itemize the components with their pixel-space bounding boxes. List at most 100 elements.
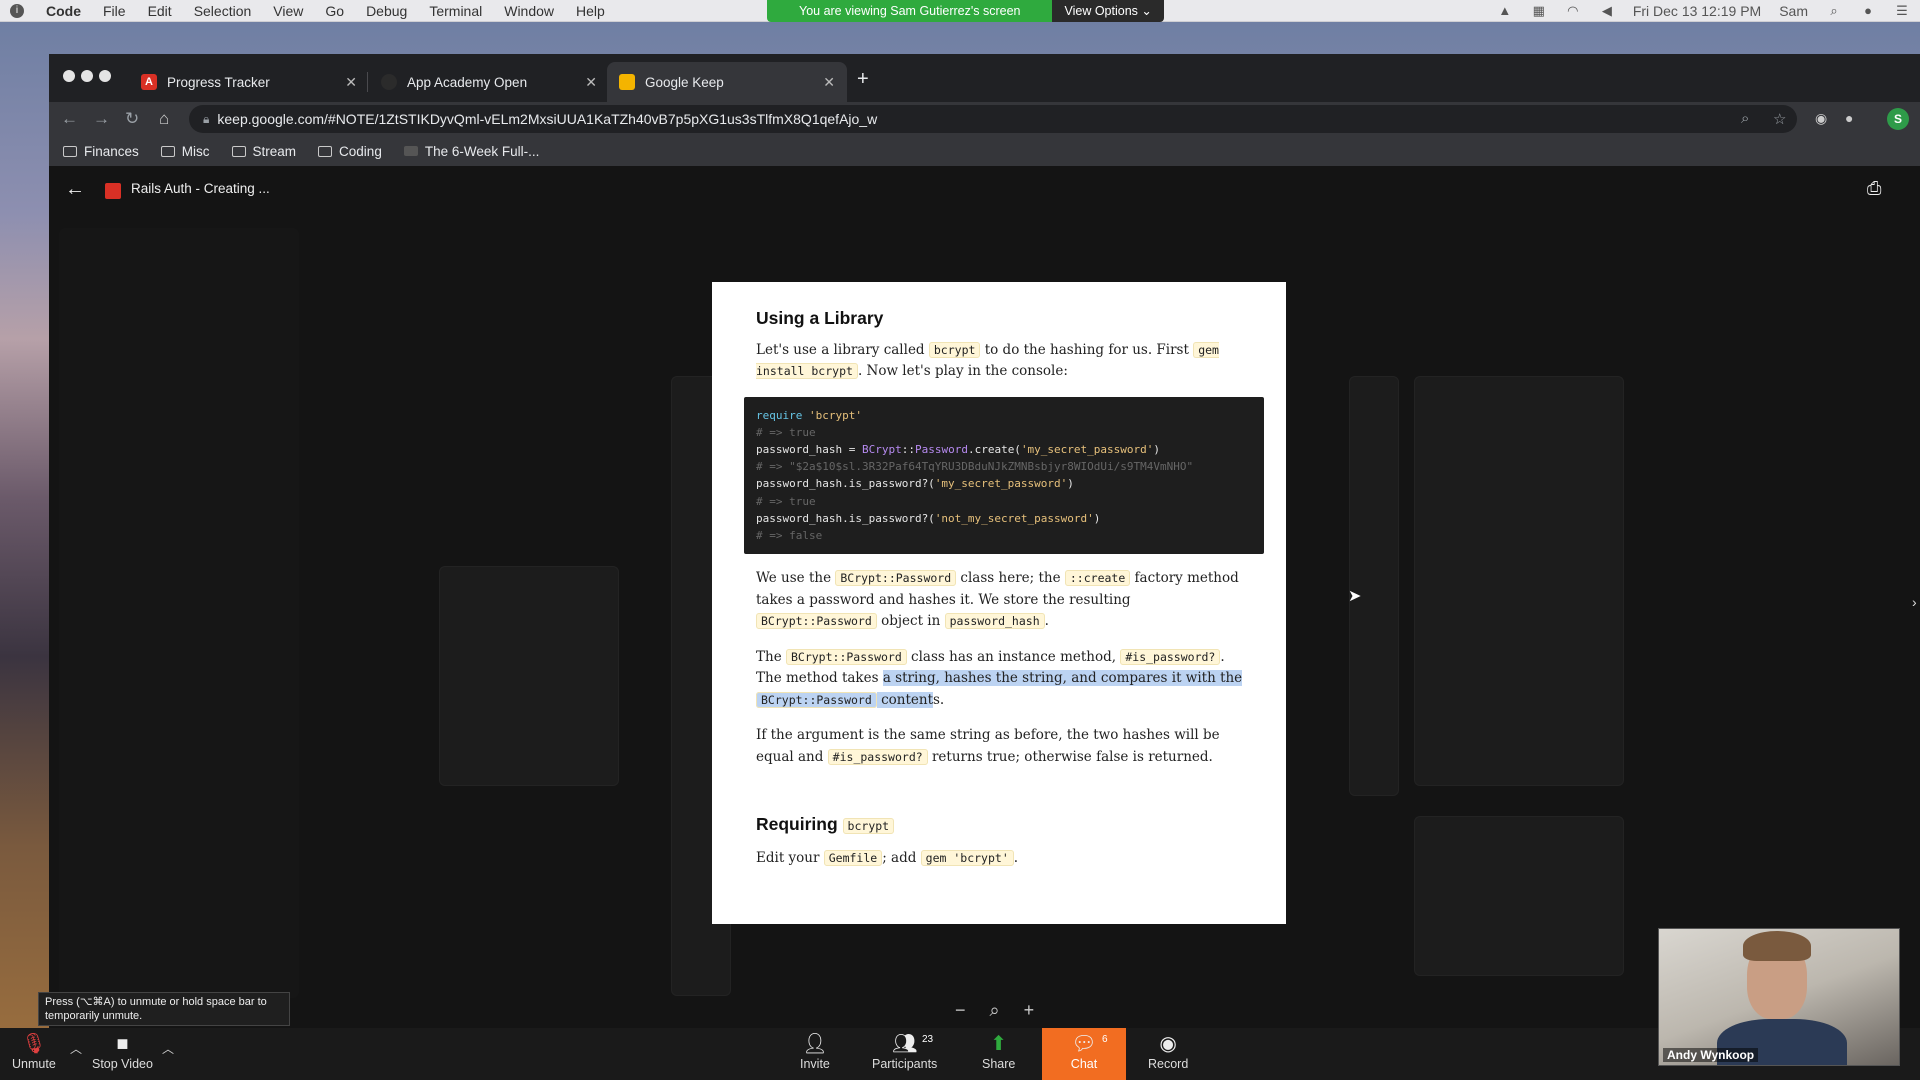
- participants-label: Participants: [872, 1057, 938, 1071]
- profile-avatar[interactable]: S: [1887, 108, 1909, 130]
- text: object in: [876, 613, 945, 630]
- menu-terminal[interactable]: Terminal: [429, 3, 482, 19]
- tab-progress-tracker[interactable]: A Progress Tracker ✕: [129, 62, 369, 102]
- menu-app-name[interactable]: Code: [46, 3, 81, 19]
- viewer-header: ← Rails Auth - Creating ... ⎙: [49, 166, 1920, 214]
- dimmed-note-card: [1414, 816, 1624, 976]
- unmute-tooltip: Press (⌥⌘A) to unmute or hold space bar …: [38, 992, 290, 1026]
- bookmark-6-week[interactable]: The 6-Week Full-...: [403, 144, 539, 159]
- bookmark-star-icon[interactable]: ☆: [1773, 110, 1786, 128]
- app-academy-favicon-icon: A: [141, 74, 157, 90]
- siri-icon[interactable]: ●: [1860, 4, 1876, 18]
- google-keep-favicon-icon: [619, 74, 635, 90]
- menu-view[interactable]: View: [273, 3, 303, 19]
- inline-code: BCrypt::Password: [785, 648, 907, 665]
- tab-google-keep[interactable]: Google Keep ✕: [607, 62, 847, 102]
- reload-icon[interactable]: ↻: [125, 109, 139, 129]
- folder-icon: [231, 145, 246, 157]
- back-arrow-icon[interactable]: ←: [65, 178, 85, 201]
- text: returns true; otherwise false is returne…: [927, 748, 1213, 765]
- zoom-magnifier-icon[interactable]: ⌕: [990, 1000, 1000, 1021]
- menu-window[interactable]: Window: [504, 3, 554, 19]
- menu-edit[interactable]: Edit: [148, 3, 172, 19]
- inline-code: BCrypt::Password: [835, 570, 957, 587]
- new-tab-icon[interactable]: +: [857, 68, 869, 91]
- paragraph-create: We use the BCrypt::Password class here; …: [756, 568, 1250, 633]
- grid-icon[interactable]: ▦: [1531, 4, 1547, 18]
- info-icon[interactable]: i: [10, 3, 24, 18]
- bookmark-finances[interactable]: Finances: [63, 144, 139, 159]
- unmute-button[interactable]: 🎙︎ Unmute: [12, 1031, 56, 1071]
- zoom-in-icon[interactable]: +: [1024, 1000, 1035, 1021]
- address-bar[interactable]: 🔒︎ keep.google.com/#NOTE/1ZtSTIKDyvQml-v…: [189, 105, 1797, 133]
- bird-icon[interactable]: ▲: [1497, 4, 1513, 18]
- home-icon[interactable]: ⌂: [159, 109, 169, 129]
- app-academy-open-favicon-icon: [381, 74, 397, 90]
- maximize-window-button[interactable]: [99, 70, 111, 82]
- paragraph-intro: Let's use a library called bcrypt to do …: [756, 340, 1250, 383]
- code-string: 'not_my_secret_password': [934, 511, 1094, 525]
- pdf-icon: [105, 183, 121, 199]
- chat-bubble-icon: 💬︎: [1071, 1033, 1097, 1055]
- menu-debug[interactable]: Debug: [366, 3, 407, 19]
- folder-icon: [160, 145, 175, 157]
- user-name[interactable]: Sam: [1779, 3, 1808, 19]
- text: .: [1044, 613, 1049, 630]
- tab-app-academy-open[interactable]: App Academy Open ✕: [369, 62, 609, 102]
- participant-video-tile[interactable]: Andy Wynkoop: [1658, 928, 1900, 1066]
- bookmark-stream[interactable]: Stream: [231, 144, 296, 159]
- clock[interactable]: Fri Dec 13 12:19 PM: [1633, 3, 1761, 19]
- record-button[interactable]: ◉ Record: [1148, 1031, 1188, 1071]
- video-options-chevron-icon[interactable]: ︿: [162, 1040, 174, 1057]
- audio-options-chevron-icon[interactable]: ︿: [70, 1040, 82, 1057]
- volume-icon[interactable]: ◀: [1599, 4, 1615, 18]
- menu-help[interactable]: Help: [576, 3, 605, 19]
- view-options-label: View Options: [1064, 4, 1138, 18]
- extension-location-icon[interactable]: ◉: [1815, 110, 1827, 127]
- zoom-meeting-toolbar: 🎙︎ Unmute ︿ ■ Stop Video ︿ 👤︎ Invite 👥︎ …: [0, 1028, 1920, 1080]
- extension-circle-icon[interactable]: ●: [1845, 110, 1853, 126]
- participant-hair: [1743, 931, 1811, 961]
- bookmark-coding[interactable]: Coding: [318, 144, 382, 159]
- close-window-button[interactable]: [63, 70, 75, 82]
- participants-icon: 👥︎: [891, 1033, 918, 1055]
- share-screen-button[interactable]: ⬆ Share: [982, 1031, 1015, 1071]
- back-arrow-icon[interactable]: ←: [61, 109, 78, 129]
- view-options-button[interactable]: View Options ⌄: [1052, 0, 1164, 22]
- minimize-window-button[interactable]: [81, 70, 93, 82]
- text: .: [1013, 849, 1019, 866]
- bookmark-site-icon: [403, 146, 418, 156]
- code-comment: # => false: [756, 528, 823, 542]
- forward-arrow-icon[interactable]: →: [93, 109, 110, 129]
- wifi-icon[interactable]: ◠: [1565, 4, 1581, 18]
- menu-selection[interactable]: Selection: [194, 3, 252, 19]
- invite-label: Invite: [800, 1057, 830, 1071]
- code-text: password_hash =: [756, 442, 862, 456]
- code-class: Password: [914, 442, 968, 456]
- search-icon[interactable]: ⌕: [1826, 4, 1842, 18]
- chat-button[interactable]: 💬︎ Chat 6: [1042, 1028, 1126, 1080]
- list-icon[interactable]: ☰: [1894, 4, 1910, 18]
- next-page-arrow-icon[interactable]: ›: [1912, 594, 1917, 610]
- paragraph-return: If the argument is the same string as be…: [756, 725, 1250, 768]
- code-class: BCrypt: [861, 442, 902, 456]
- close-tab-icon[interactable]: ✕: [823, 74, 835, 91]
- bookmark-misc[interactable]: Misc: [160, 144, 210, 159]
- menu-file[interactable]: File: [103, 3, 126, 19]
- stop-video-button[interactable]: ■ Stop Video: [92, 1031, 153, 1071]
- heading-text: Requiring: [756, 814, 838, 835]
- close-tab-icon[interactable]: ✕: [345, 74, 357, 91]
- close-tab-icon[interactable]: ✕: [585, 74, 597, 91]
- tab-divider: [367, 72, 368, 92]
- print-icon[interactable]: ⎙: [1867, 178, 1881, 199]
- zoom-out-icon[interactable]: −: [955, 1000, 966, 1021]
- inline-code: #is_password?: [1120, 648, 1221, 665]
- invite-button[interactable]: 👤︎ Invite: [800, 1031, 830, 1071]
- menu-go[interactable]: Go: [325, 3, 344, 19]
- inline-code: ::create: [1064, 570, 1131, 587]
- bookmark-label: Finances: [84, 143, 139, 159]
- zoom-icon[interactable]: ⌕: [1741, 110, 1749, 127]
- code-text: ): [1093, 511, 1101, 525]
- lock-icon[interactable]: 🔒︎: [203, 112, 209, 127]
- text: We use the: [756, 570, 836, 587]
